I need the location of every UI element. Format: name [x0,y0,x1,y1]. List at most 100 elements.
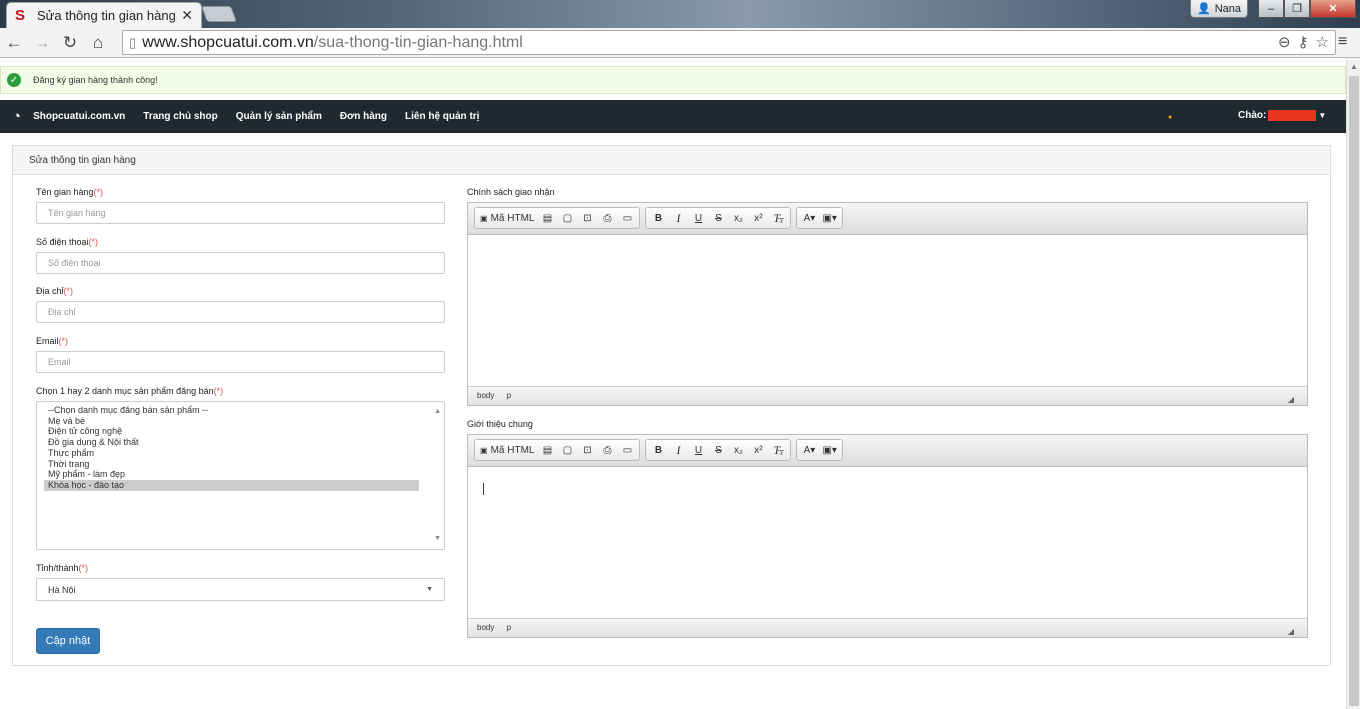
print-icon[interactable]: ⎙ [598,441,616,459]
category-option[interactable]: Mỹ phẩm - làm đẹp [44,469,437,480]
categories-multiselect[interactable]: --Chọn danh mục đăng bán sản phẩm -- Mẹ … [36,401,445,550]
path-body[interactable]: body [477,391,494,400]
category-option[interactable]: Đồ gia dụng & Nội thất [44,437,437,448]
new-tab-button[interactable] [201,6,237,22]
templates-icon[interactable]: ▭ [618,441,636,459]
category-option[interactable]: Điện tử công nghệ [44,426,437,437]
province-value: Hà Nội [48,584,76,595]
profile-name: Nana [1214,2,1241,15]
superscript-icon[interactable]: x² [749,441,767,459]
background-color-icon[interactable]: ▣▾ [820,209,838,227]
editor-toolbar: ▣ Mã HTML ▤ ▢ ⊡ ⎙ ▭ B I U S x₂ x² T̶ₓ A▾ … [468,435,1307,467]
home-icon[interactable]: ⌂ [84,33,112,53]
scroll-up-icon[interactable]: ▲ [1350,62,1358,71]
bold-icon[interactable]: B [649,209,667,227]
shop-name-input[interactable]: Tên gian hàng [36,202,445,224]
categories-label: Chọn 1 hay 2 danh mục sản phẩm đăng bán(… [36,386,224,396]
notification-dot-icon[interactable]: ● [1168,114,1172,121]
user-menu[interactable]: Chào: ▼ [1238,110,1326,121]
redacted-username [1268,110,1317,121]
nav-shop-home[interactable]: Trang chủ shop [143,111,217,122]
shop-name-placeholder: Tên gian hàng [48,208,106,218]
close-window-button[interactable]: ✕ [1310,0,1356,18]
address-label: Địa chỉ(*) [36,286,74,296]
address-input[interactable]: Địa chỉ [36,301,445,323]
new-page-icon[interactable]: ▢ [558,209,576,227]
new-page-icon[interactable]: ▢ [558,441,576,459]
profile-icon: 👤 [1197,3,1211,15]
resize-grip-icon[interactable]: ◢ [1288,627,1294,636]
italic-icon[interactable]: I [669,441,687,459]
subscript-icon[interactable]: x₂ [729,441,747,459]
editor-statusbar: body p ◢ [468,618,1307,637]
shipping-policy-label: Chính sách giao nhận [467,187,555,197]
preview-icon[interactable]: ⊡ [578,441,596,459]
address-placeholder: Địa chỉ [48,307,76,317]
source-icon: ▣ [480,445,488,455]
editor-toolbar: ▣ Mã HTML ▤ ▢ ⊡ ⎙ ▭ B I U S x₂ x² T̶ₓ A▾ … [468,203,1307,235]
key-icon[interactable]: ⚷ [1298,33,1309,51]
source-button[interactable]: ▣ Mã HTML [478,441,536,459]
resize-grip-icon[interactable]: ◢ [1288,395,1294,404]
text-color-icon[interactable]: A▾ [800,209,818,227]
underline-icon[interactable]: U [689,441,707,459]
strikethrough-icon[interactable]: S [709,209,727,227]
scrollbar-thumb[interactable] [1349,76,1359,706]
category-option[interactable]: Thời trang [44,459,437,470]
remove-format-icon[interactable]: T̶ₓ [769,441,787,459]
remove-format-icon[interactable]: T̶ₓ [769,209,787,227]
browser-menu-icon[interactable]: ≡ [1338,33,1347,51]
shop-name-label: Tên gian hàng(*) [36,187,104,197]
editor-content-area[interactable] [468,467,1307,618]
nav-contact-admin[interactable]: Liên hệ quản trị [405,111,479,122]
nav-brand[interactable]: Shopcuatui.com.vn [33,111,125,122]
category-option[interactable]: Thực phẩm [44,448,437,459]
phone-input[interactable]: Số điện thoại [36,252,445,274]
forward-arrow-icon[interactable]: → [28,33,56,53]
maximize-button[interactable]: ❐ [1284,0,1310,18]
subscript-icon[interactable]: x₂ [729,209,747,227]
editor-content-area[interactable] [468,235,1307,386]
zoom-icon[interactable]: ⊖ [1278,33,1291,51]
browser-tab[interactable]: S Sửa thông tin gian hàng ✕ [6,2,202,28]
save-icon[interactable]: ▤ [538,441,556,459]
back-arrow-icon[interactable]: ← [0,33,28,53]
background-color-icon[interactable]: ▣▾ [820,441,838,459]
list-scroll-up-icon[interactable]: ▲ [434,407,441,418]
category-option[interactable]: --Chọn danh mục đăng bán sản phẩm -- [44,405,437,416]
save-icon[interactable]: ▤ [538,209,556,227]
dashboard-icon[interactable]: ◔ [12,108,21,125]
underline-icon[interactable]: U [689,209,707,227]
province-select[interactable]: Hà Nội ▼ [36,578,445,601]
email-input[interactable]: Email [36,351,445,373]
page-scrollbar[interactable]: ▲ [1346,58,1360,709]
minimize-button[interactable]: – [1258,0,1284,18]
path-p[interactable]: p [507,391,511,400]
source-button[interactable]: ▣ Mã HTML [478,209,536,227]
print-icon[interactable]: ⎙ [598,209,616,227]
email-label: Email(*) [36,336,69,346]
superscript-icon[interactable]: x² [749,209,767,227]
preview-icon[interactable]: ⊡ [578,209,596,227]
text-color-icon[interactable]: A▾ [800,441,818,459]
strikethrough-icon[interactable]: S [709,441,727,459]
category-option[interactable]: Mẹ và bé [44,416,437,427]
reload-icon[interactable]: ↻ [56,33,84,53]
browser-profile-button[interactable]: 👤 Nana [1190,0,1248,18]
address-bar[interactable]: ▯ www.shopcuatui.com.vn/sua-thong-tin-gi… [122,30,1336,55]
category-option-selected[interactable]: Khóa học - đào tạo [44,479,419,491]
italic-icon[interactable]: I [669,209,687,227]
update-button[interactable]: Cập nhật [36,628,100,654]
tab-close-icon[interactable]: ✕ [181,7,193,24]
browser-titlebar: S Sửa thông tin gian hàng ✕ 👤 Nana – ❐ ✕ [0,0,1360,28]
path-p[interactable]: p [507,623,511,632]
list-scroll-down-icon[interactable]: ▼ [434,534,441,545]
nav-manage-products[interactable]: Quản lý sản phẩm [236,111,322,122]
source-icon: ▣ [480,213,488,223]
templates-icon[interactable]: ▭ [618,209,636,227]
bookmark-star-icon[interactable]: ☆ [1316,33,1329,51]
greeting-label: Chào: [1238,110,1267,121]
path-body[interactable]: body [477,623,494,632]
nav-orders[interactable]: Đơn hàng [340,111,387,122]
bold-icon[interactable]: B [649,441,667,459]
